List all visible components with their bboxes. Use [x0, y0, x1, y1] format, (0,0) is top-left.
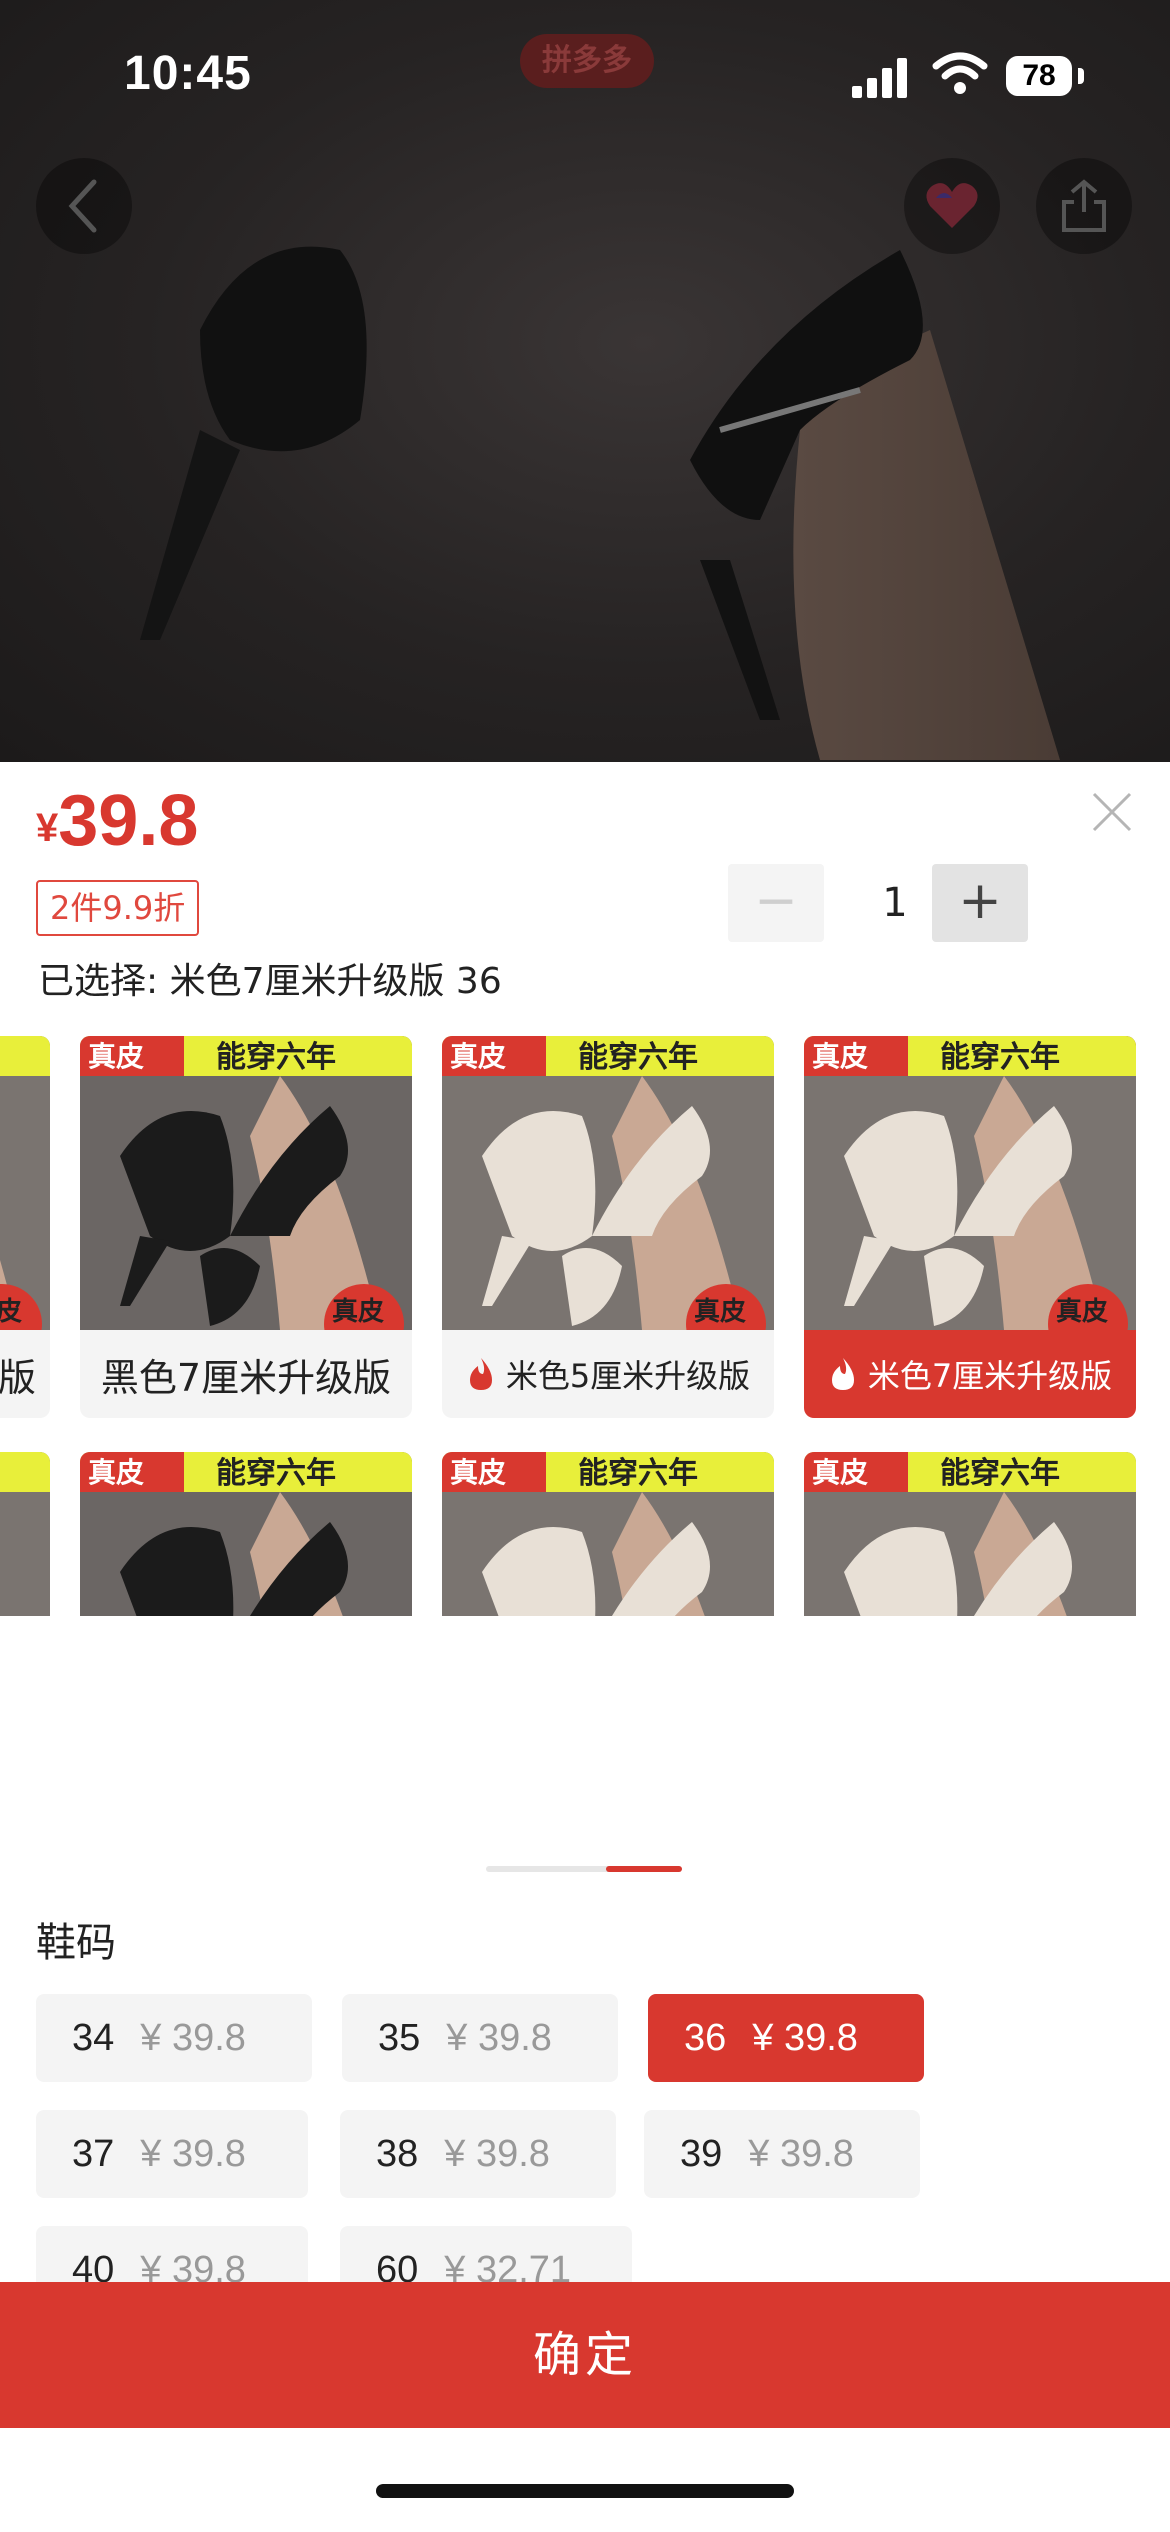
wear-six-years-tag: 能穿六年	[216, 1456, 336, 1491]
wear-six-years-tag: 能穿六年	[940, 1456, 1060, 1491]
currency-symbol: ¥	[36, 806, 59, 850]
size-option-price: ¥ 39.8	[140, 2133, 246, 2175]
variant-card[interactable]: 真皮 能穿六年 真皮 米色7厘米升级版	[804, 1036, 1136, 1418]
variant-card-label: 版	[0, 1355, 36, 1400]
variant-card[interactable]: 真皮能穿六年真皮米色5厘米	[442, 1452, 774, 1616]
back-button[interactable]	[36, 158, 132, 254]
back-icon	[68, 179, 97, 233]
size-option-price: ¥ 39.8	[140, 2017, 246, 2059]
battery-nub	[1078, 68, 1084, 84]
size-option-size: 35	[378, 2017, 421, 2059]
variant-card-image: 真皮能穿六年真皮	[442, 1036, 774, 1330]
product-image: 10:45 拼多多 78	[0, 0, 1170, 762]
variant-card-image: 真皮能穿六年真皮	[442, 1452, 774, 1616]
size-section-title: 鞋码	[36, 1920, 116, 1966]
variant-card-image: 真皮能穿六年真皮	[0, 1452, 50, 1616]
flame-icon	[469, 1358, 492, 1390]
wear-six-years-tag: 能穿六年	[578, 1456, 698, 1491]
selected-summary: 已选择: 米色7厘米升级版 36	[38, 961, 502, 1002]
genuine-leather-tag: 真皮	[450, 1040, 506, 1073]
size-option-34[interactable]: 34 ¥ 39.8	[36, 1994, 312, 2082]
signal-icon	[852, 58, 907, 98]
variant-card-partial[interactable]: 真皮能穿六年真皮版	[0, 1036, 50, 1418]
variant-card-label-wrap: 黑色7厘米升级版	[80, 1330, 412, 1418]
variant-card[interactable]: 真皮能穿六年真皮米色7厘米	[804, 1452, 1136, 1616]
genuine-leather-tag: 真皮	[812, 1040, 868, 1073]
variant-card-label: 米色7厘米升级版	[867, 1357, 1113, 1395]
size-option-39[interactable]: 39 ¥ 39.8	[644, 2110, 920, 2198]
variant-card[interactable]: 真皮 能穿六年 真皮 黑色7厘米升级版	[80, 1036, 412, 1418]
favorite-icon	[926, 183, 978, 228]
battery-icon: 78	[1006, 56, 1072, 96]
size-option-size: 39	[680, 2133, 723, 2175]
genuine-leather-tag: 真皮	[88, 1456, 144, 1489]
wear-six-years-tag: 能穿六年	[940, 1040, 1060, 1075]
size-option-size: 36	[684, 2017, 727, 2059]
sku-selector-sheet: ¥39.8 2件9.9折 − 1 + 已选择: 米色7厘米升级版 36 真皮能穿…	[0, 762, 1170, 2532]
variant-card-label: 米色5厘米升级版	[505, 1357, 751, 1395]
variant-card-label: 黑色7厘米升级版	[100, 1355, 392, 1400]
wifi-icon	[932, 52, 988, 94]
decrease-quantity-button[interactable]: −	[728, 864, 824, 942]
variant-card-image: 真皮能穿六年真皮	[804, 1036, 1136, 1330]
close-icon[interactable]	[1090, 790, 1134, 834]
share-icon	[1062, 179, 1106, 232]
wear-six-years-tag: 能穿六年	[578, 1040, 698, 1075]
variant-pager	[486, 1866, 682, 1872]
size-option-price: ¥ 39.8	[446, 2017, 552, 2059]
variant-card-image: 真皮能穿六年真皮	[80, 1452, 412, 1616]
size-option-size: 37	[72, 2133, 115, 2175]
variant-card-partial[interactable]: 真皮能穿六年真皮	[0, 1452, 50, 1616]
variant-grid: 真皮能穿六年真皮版真皮能穿六年真皮黑色7厘米升级版真皮能穿六年真皮米色5厘米升级…	[0, 1036, 1170, 1616]
size-option-price: ¥ 39.8	[444, 2133, 550, 2175]
size-option-size: 38	[376, 2133, 419, 2175]
product-price: ¥39.8	[36, 780, 198, 862]
status-bar: 10:45 拼多多 78	[0, 0, 1170, 150]
genuine-leather-tag: 真皮	[450, 1456, 506, 1489]
size-option-35[interactable]: 35 ¥ 39.8	[342, 1994, 618, 2082]
variant-card[interactable]: 真皮能穿六年真皮黑色7厘米	[80, 1452, 412, 1616]
size-option-price: ¥ 39.8	[752, 2017, 858, 2059]
variant-card-image: 真皮能穿六年真皮	[804, 1452, 1136, 1616]
promo-tag: 2件9.9折	[36, 880, 200, 936]
price-value: 39.8	[58, 781, 199, 861]
favorite-button[interactable]	[904, 158, 1000, 254]
variant-card-image: 真皮能穿六年真皮	[0, 1036, 50, 1330]
variant-card-image: 真皮能穿六年真皮	[80, 1036, 412, 1330]
status-time: 10:45	[124, 47, 252, 100]
flame-icon	[831, 1358, 854, 1390]
genuine-leather-tag: 真皮	[812, 1456, 868, 1489]
variant-card-label-wrap: 米色7厘米升级版	[804, 1330, 1136, 1418]
variant-card[interactable]: 真皮 能穿六年 真皮 米色5厘米升级版	[442, 1036, 774, 1418]
app-indicator-pill: 拼多多	[520, 34, 654, 88]
genuine-leather-badge: 真皮	[694, 1297, 746, 1327]
increase-quantity-button[interactable]: +	[932, 864, 1028, 942]
size-option-38[interactable]: 38 ¥ 39.8	[340, 2110, 616, 2198]
size-option-price: ¥ 39.8	[748, 2133, 854, 2175]
variant-pager-active	[606, 1866, 682, 1872]
confirm-button[interactable]: 确定	[0, 2282, 1170, 2428]
genuine-leather-badge: 真皮	[332, 1297, 384, 1327]
size-option-36[interactable]: 36 ¥ 39.8	[648, 1994, 924, 2082]
genuine-leather-tag: 真皮	[88, 1040, 144, 1073]
size-option-37[interactable]: 37 ¥ 39.8	[36, 2110, 308, 2198]
share-button[interactable]	[1036, 158, 1132, 254]
home-indicator	[376, 2484, 794, 2498]
genuine-leather-badge: 真皮	[0, 1297, 22, 1327]
wear-six-years-tag: 能穿六年	[216, 1040, 336, 1075]
variant-card-label-wrap: 米色5厘米升级版	[442, 1330, 774, 1418]
size-option-size: 34	[72, 2017, 115, 2059]
genuine-leather-badge: 真皮	[1056, 1297, 1108, 1327]
